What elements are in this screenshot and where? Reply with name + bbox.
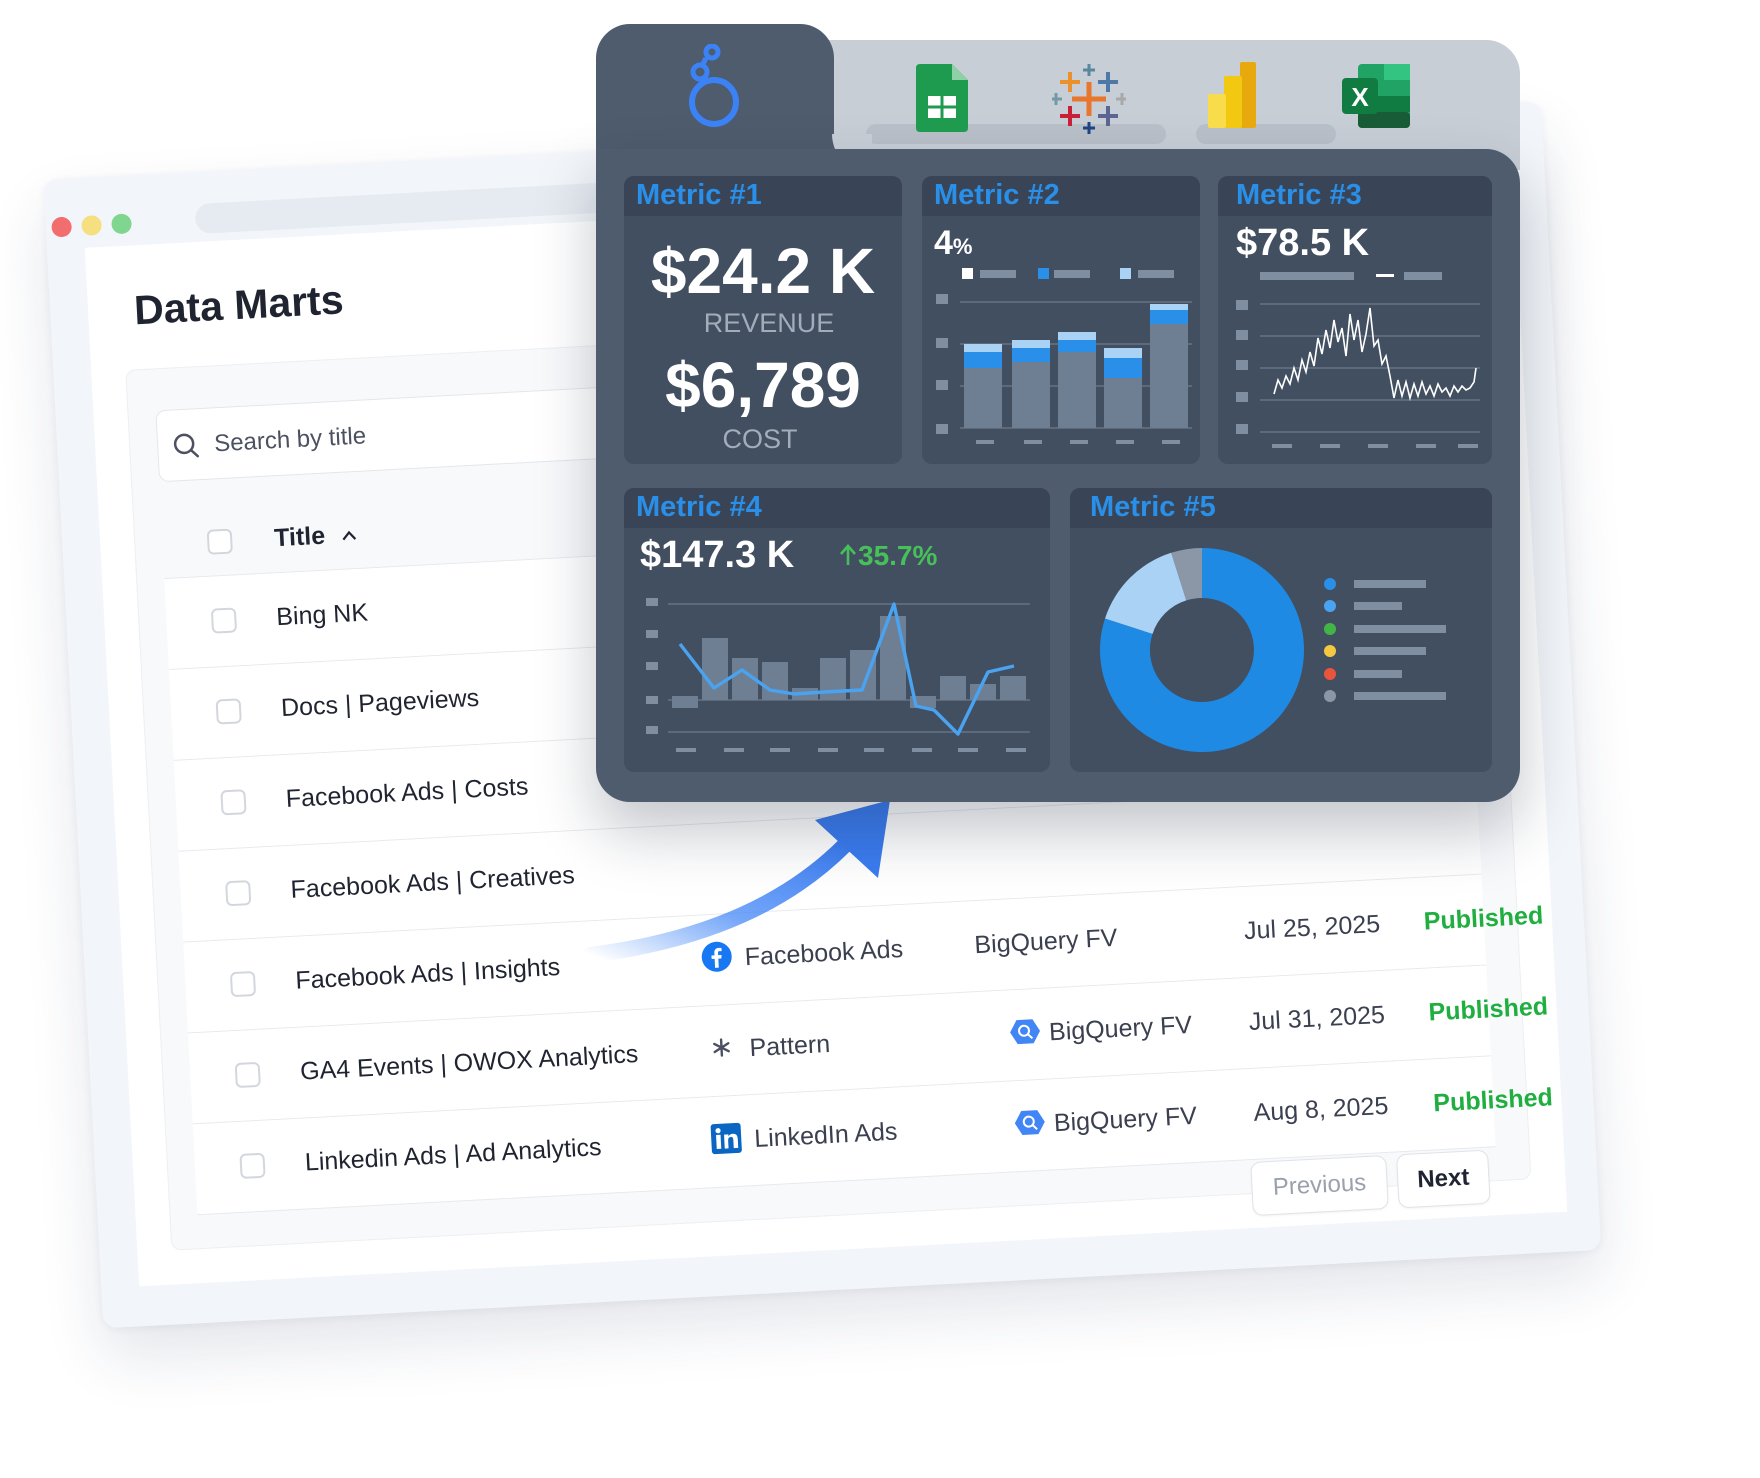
metric1-cost-value: $6,789 [665, 349, 861, 421]
row-date: Jul 31, 2025 [1248, 1000, 1386, 1036]
metric2-card[interactable]: Metric #2 4% [922, 176, 1200, 464]
looker-studio-icon[interactable] [684, 44, 744, 134]
metric4-change: 35.7% [838, 540, 937, 572]
metric5-title: Metric #5 [1090, 491, 1216, 523]
arrow-up-icon [840, 544, 856, 565]
tableau-icon[interactable] [1052, 62, 1126, 136]
row-checkbox[interactable] [210, 607, 238, 634]
row-checkbox[interactable] [239, 1152, 266, 1179]
row-checkbox[interactable] [234, 1061, 261, 1089]
row-title: Facebook Ads | Costs [285, 772, 530, 814]
metric4-line [678, 602, 1015, 736]
metric3-line-chart [1236, 272, 1480, 448]
excel-letter: X [1351, 82, 1369, 112]
excel-icon[interactable]: X [1340, 62, 1412, 130]
row-source: LinkedIn Ads [753, 1117, 899, 1153]
row-checkbox[interactable] [215, 698, 242, 725]
metric1-cost-label: COST [722, 424, 798, 454]
metric4-value: $147.3 K [640, 534, 795, 576]
metric4-card[interactable]: Metric #4 $147.3 K 35.7% [624, 488, 1050, 772]
metric2-header: Metric #2 [922, 176, 1200, 216]
metric5-header: Metric #5 [1070, 488, 1492, 528]
linkedin-icon [710, 1122, 742, 1155]
chevron-up-icon [342, 530, 357, 541]
donut-slice-light [1105, 552, 1187, 634]
metric4-header: Metric #4 [624, 488, 1050, 528]
row-checkbox[interactable] [225, 880, 252, 907]
metric1-revenue-value: $24.2 K [650, 235, 876, 307]
metric4-combo-chart [646, 598, 1030, 752]
row-title: Facebook Ads | Insights [294, 952, 561, 995]
previous-button[interactable]: Previous [1250, 1154, 1389, 1217]
metric4-title: Metric #4 [636, 491, 762, 523]
row-checkbox[interactable] [220, 789, 247, 816]
metric1-header: Metric #1 [624, 176, 902, 216]
flow-arrow [582, 800, 890, 963]
row-storage: BigQuery FV [1048, 1010, 1193, 1047]
metric1-title: Metric #1 [636, 179, 762, 211]
row-title: GA4 Events | OWOX Analytics [299, 1039, 639, 1086]
metric5-donut-chart [1100, 548, 1305, 752]
next-button[interactable]: Next [1395, 1149, 1491, 1209]
power-bi-icon[interactable] [1208, 62, 1258, 128]
bigquery-icon [1014, 1110, 1045, 1135]
metric2-bars [964, 304, 1188, 428]
metric4-bars [672, 616, 1026, 708]
bigquery-icon [1010, 1019, 1041, 1045]
metric3-header: Metric #3 [1218, 176, 1492, 216]
asterisk-icon [713, 1038, 730, 1057]
column-title-header[interactable]: Title [273, 520, 358, 553]
row-title: Bing NK [275, 598, 369, 632]
select-all-checkbox[interactable] [206, 528, 233, 555]
search-placeholder: Search by title [213, 422, 367, 458]
row-storage: BigQuery FV [1053, 1101, 1198, 1138]
row-checkbox[interactable] [229, 970, 257, 998]
google-sheets-icon[interactable] [914, 64, 970, 134]
metric5-legend [1324, 578, 1446, 702]
dashboard-window: X Metric #1 $24.2 K REVENUE $6,789 COST … [596, 24, 1520, 802]
metric1-revenue-label: REVENUE [703, 308, 835, 338]
metric3-title: Metric #3 [1236, 179, 1362, 211]
row-source: Pattern [748, 1029, 831, 1063]
row-title: Linkedin Ads | Ad Analytics [304, 1133, 603, 1177]
search-icon [173, 433, 200, 458]
metric3-series [1273, 307, 1477, 402]
metric2-stacked-bar-chart [936, 268, 1192, 444]
row-storage: BigQuery FV [973, 923, 1119, 960]
metric5-card[interactable]: Metric #5 [1070, 488, 1492, 772]
metric1-card[interactable]: Metric #1 $24.2 K REVENUE $6,789 COST [624, 176, 902, 464]
row-date: Jul 25, 2025 [1243, 909, 1381, 946]
metric3-card[interactable]: Metric #3 $78.5 K [1218, 176, 1492, 464]
metric2-title: Metric #2 [934, 179, 1060, 211]
row-title: Docs | Pageviews [280, 683, 480, 723]
row-date: Aug 8, 2025 [1252, 1091, 1390, 1127]
row-title: Facebook Ads | Creatives [289, 861, 576, 904]
